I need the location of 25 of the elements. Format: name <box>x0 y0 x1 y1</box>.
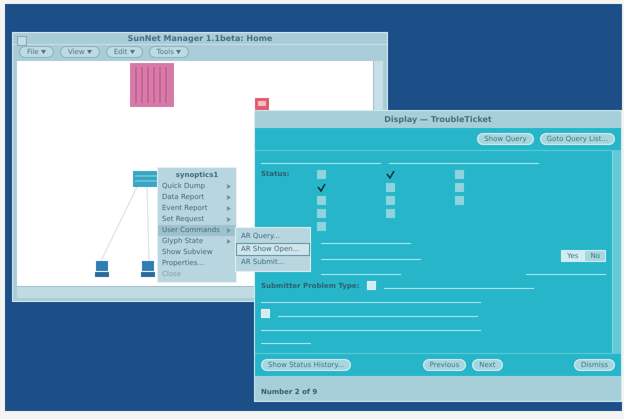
checkbox[interactable] <box>455 196 464 205</box>
checkbox[interactable] <box>317 183 326 192</box>
menu-button[interactable] <box>261 309 270 318</box>
dropdown-caret-icon <box>86 50 92 54</box>
checkbox[interactable] <box>317 222 326 231</box>
server-rack-icon[interactable] <box>130 63 174 107</box>
checkbox[interactable] <box>317 209 326 218</box>
menu-button[interactable] <box>367 281 376 290</box>
checkbox[interactable] <box>317 170 326 179</box>
checkbox[interactable] <box>386 196 396 205</box>
dropdown-caret-icon <box>130 50 135 54</box>
vertical-scrollbar[interactable] <box>612 151 621 353</box>
dialog-title: Display — TroubleTicket <box>384 115 492 124</box>
computer-icon[interactable] <box>95 261 109 277</box>
window-menu-icon[interactable] <box>17 36 27 46</box>
checkbox[interactable] <box>386 170 396 179</box>
checkbox[interactable] <box>386 209 396 218</box>
computer-icon[interactable] <box>141 261 155 277</box>
dropdown-caret-icon <box>40 50 46 54</box>
checkbox[interactable] <box>455 170 464 179</box>
dropdown-caret-icon <box>176 50 182 54</box>
checkbox[interactable] <box>386 183 396 192</box>
checkbox[interactable] <box>455 183 464 192</box>
window-title: SunNet Manager 1.1beta: Home <box>128 34 272 43</box>
checkbox[interactable] <box>317 196 326 205</box>
